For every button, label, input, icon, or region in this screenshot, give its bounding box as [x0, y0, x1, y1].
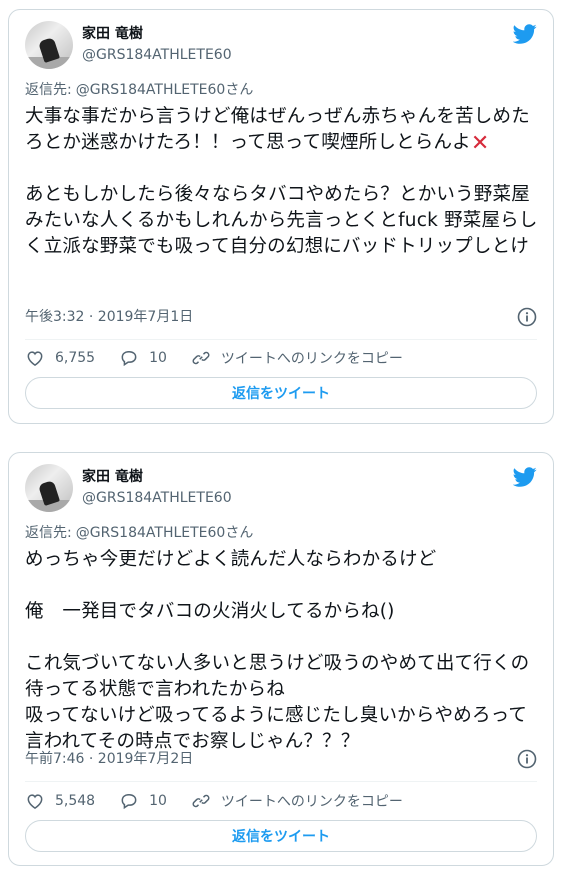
- like-count: 5,548: [55, 793, 96, 809]
- tweet-text: めっちゃ今更だけどよく読んだ人ならわかるけど 俺 一発目でタバコの火消火してるか…: [25, 549, 530, 752]
- reply-context-handle[interactable]: @GRS184ATHLETE60さん: [76, 525, 254, 541]
- reply-tweet-button[interactable]: 返信をツイート: [25, 820, 537, 852]
- speech-bubble-icon: [121, 350, 137, 367]
- reply-count: 10: [149, 350, 167, 366]
- copy-link-label: ツイートへのリンクをコピー: [220, 351, 403, 367]
- tweet-text-part: 大事な事だから言うけど俺はぜんっぜん赤ちゃんを苦しめたろとか迷惑かけたろ！！って…: [25, 106, 530, 153]
- reply-count-button[interactable]: 10: [119, 348, 167, 368]
- twitter-bird-icon[interactable]: [513, 465, 537, 489]
- reply-count: 10: [149, 793, 167, 809]
- reply-context-handle[interactable]: @GRS184ATHLETE60さん: [76, 82, 254, 98]
- avatar[interactable]: [25, 21, 73, 69]
- link-icon: [192, 351, 210, 365]
- speech-bubble-icon: [121, 793, 137, 810]
- divider: [25, 781, 537, 782]
- twitter-bird-icon[interactable]: [513, 22, 537, 46]
- reply-context-label: 返信先:: [25, 525, 72, 541]
- copy-link-button[interactable]: ツイートへのリンクをコピー: [191, 791, 403, 811]
- like-button[interactable]: 5,548: [25, 791, 95, 811]
- heart-icon: [27, 351, 43, 366]
- avatar[interactable]: [25, 464, 73, 512]
- copy-link-button[interactable]: ツイートへのリンクをコピー: [191, 348, 403, 368]
- heart-icon: [27, 794, 43, 809]
- tweet-text-part: あともしかしたら後々ならタバコやめたら？とかいう野菜屋みたいな人くるかもしれんか…: [25, 184, 538, 257]
- action-bar: 6,755 10 ツイートへのリンクをコピー: [25, 348, 537, 368]
- tweet-card[interactable]: 家田 竜樹 @GRS184ATHLETE60 返信先: @GRS184ATHLET…: [8, 9, 554, 424]
- reply-context: 返信先: @GRS184ATHLETE60さん: [25, 524, 253, 542]
- timestamp[interactable]: 午後3:32 · 2019年7月1日: [25, 308, 193, 326]
- reply-context: 返信先: @GRS184ATHLETE60さん: [25, 81, 253, 99]
- like-count: 6,755: [55, 350, 96, 366]
- info-icon[interactable]: [517, 749, 537, 769]
- link-icon: [192, 794, 210, 808]
- info-icon[interactable]: [517, 307, 537, 327]
- author-handle[interactable]: @GRS184ATHLETE60: [82, 489, 232, 507]
- author-name[interactable]: 家田 竜樹: [82, 468, 143, 486]
- reply-count-button[interactable]: 10: [119, 791, 167, 811]
- tweet-text: 大事な事だから言うけど俺はぜんっぜん赤ちゃんを苦しめたろとか迷惑かけたろ！！って…: [25, 104, 541, 260]
- divider: [25, 339, 537, 340]
- reply-context-label: 返信先:: [25, 82, 72, 98]
- action-bar: 5,548 10 ツイートへのリンクをコピー: [25, 791, 537, 811]
- author-name[interactable]: 家田 竜樹: [82, 25, 143, 43]
- cross-mark-icon: ✕: [470, 131, 490, 156]
- like-button[interactable]: 6,755: [25, 348, 95, 368]
- author-handle[interactable]: @GRS184ATHLETE60: [82, 46, 232, 64]
- copy-link-label: ツイートへのリンクをコピー: [220, 794, 403, 810]
- timestamp[interactable]: 午前7:46 · 2019年7月2日: [25, 750, 193, 768]
- tweet-card[interactable]: 家田 竜樹 @GRS184ATHLETE60 返信先: @GRS184ATHLET…: [8, 452, 554, 866]
- reply-tweet-button[interactable]: 返信をツイート: [25, 377, 537, 409]
